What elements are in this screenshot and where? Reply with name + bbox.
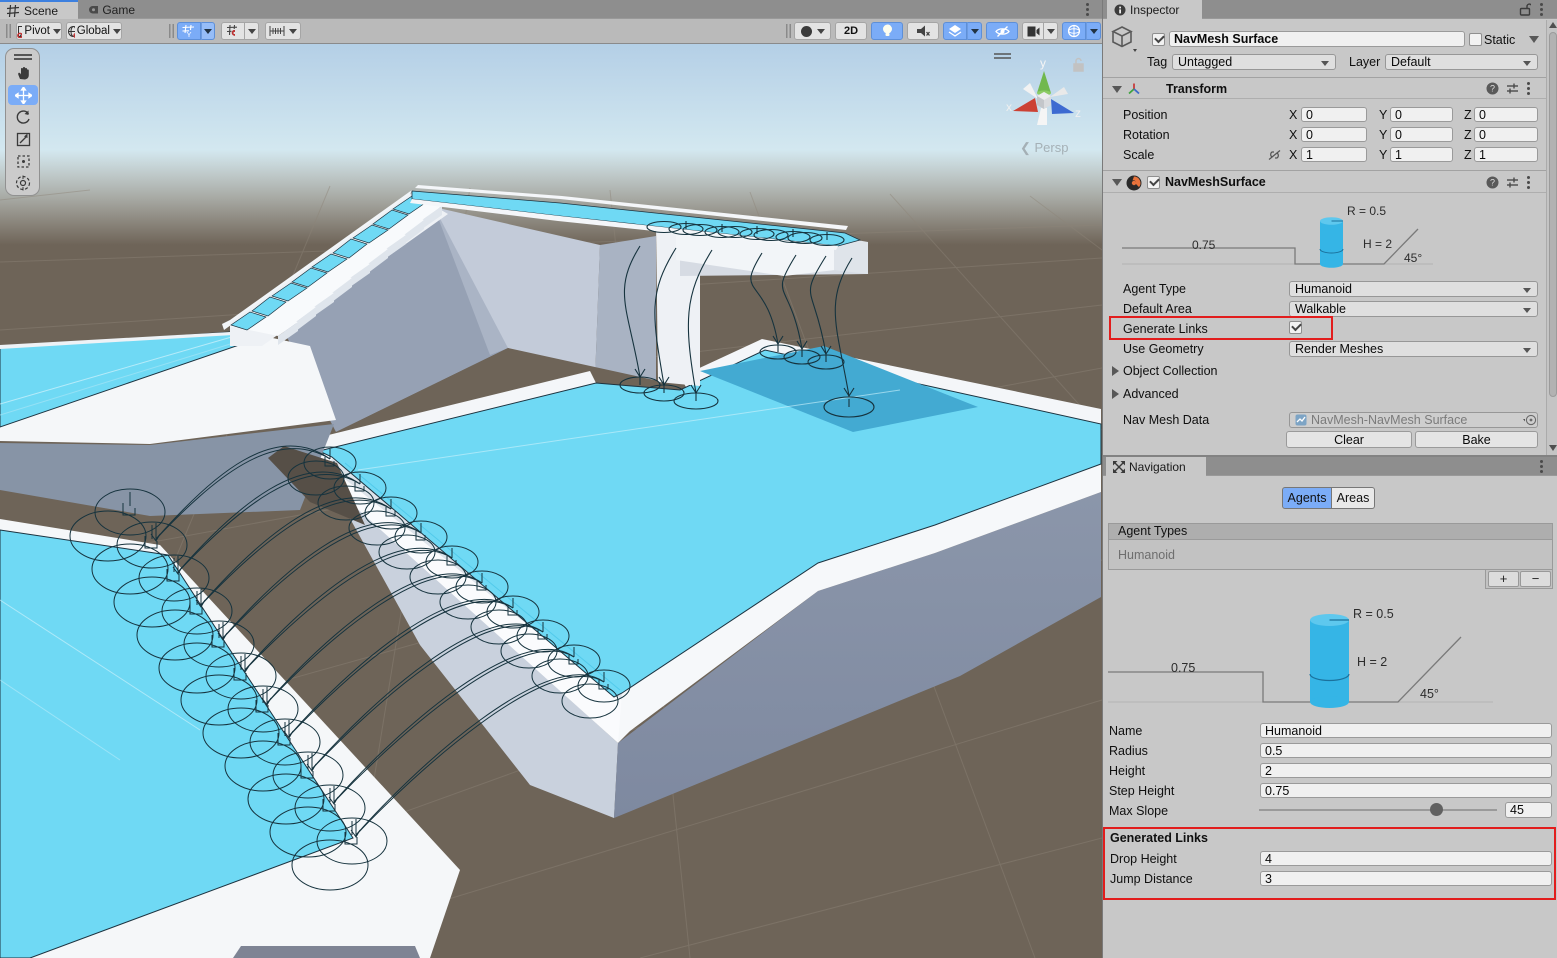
svg-text:45°: 45° [1404,251,1422,265]
svg-text:Y: Y [186,30,191,38]
svg-text:45°: 45° [1420,687,1439,701]
svg-text:R = 0.5: R = 0.5 [1347,204,1386,218]
svg-text:0.75: 0.75 [1192,238,1216,252]
svg-text:?: ? [1490,84,1495,94]
svg-text:y: y [1040,56,1046,70]
svg-text:x: x [1006,100,1012,114]
svg-text:?: ? [1490,178,1495,188]
svg-text:H = 2: H = 2 [1357,655,1387,669]
svg-text:❮ Persp: ❮ Persp [1020,140,1068,156]
svg-text:H = 2: H = 2 [1363,237,1392,251]
svg-text:0.75: 0.75 [1171,661,1195,675]
svg-text:z: z [1075,106,1081,120]
svg-text:R = 0.5: R = 0.5 [1353,607,1394,621]
